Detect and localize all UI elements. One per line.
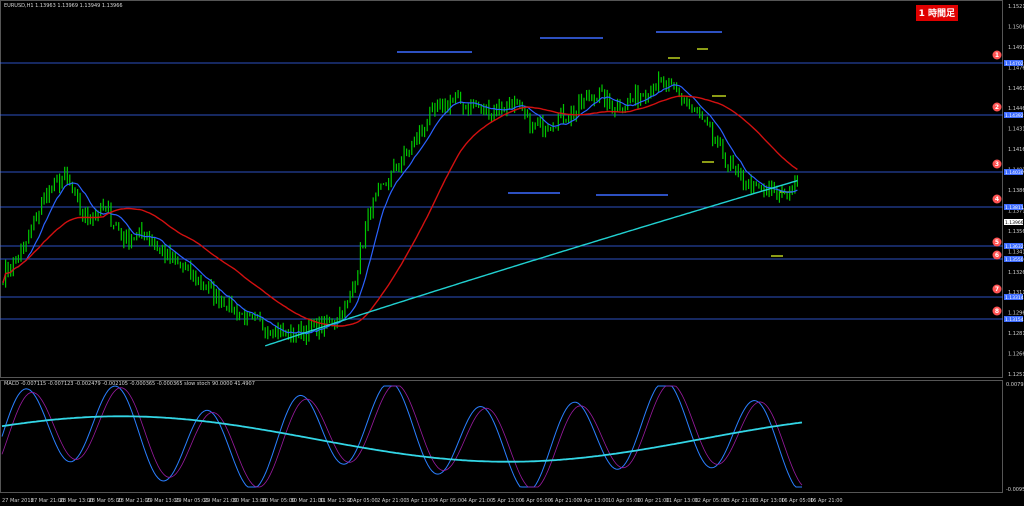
time-axis-label: 2 Apr 05:00 — [348, 498, 377, 504]
chart-canvas: 1.152101.150601.149101.147601.146101.144… — [0, 0, 1024, 504]
level-tag-label: 1.13154 — [1005, 317, 1024, 323]
price-axis-label: 1.12960 — [1008, 311, 1024, 317]
price-axis-label: 1.13860 — [1008, 188, 1024, 194]
level-tag-label: 1.14702 — [1005, 61, 1024, 67]
osc-axis-bottom: -0.009573 — [1006, 487, 1024, 493]
level-marker-label: 6 — [995, 252, 999, 259]
time-axis-label: 9 Apr 13:00 — [579, 498, 608, 504]
price-axis-label: 1.15210 — [1008, 4, 1024, 10]
level-tag-label: 1.13811 — [1005, 205, 1024, 211]
price-axis-label: 1.14460 — [1008, 106, 1024, 112]
main-pane-frame — [0, 0, 1003, 378]
time-axis-label: 4 Apr 21:00 — [464, 498, 493, 504]
level-marker-label: 3 — [995, 161, 999, 168]
stoch-main-line — [1, 385, 802, 488]
oscillator-pane-frame — [0, 380, 1003, 493]
price-axis-label: 1.13260 — [1008, 270, 1024, 276]
price-axis-label: 1.13410 — [1008, 249, 1024, 255]
time-axis-label: 16 Apr 05:00 — [781, 498, 814, 504]
price-axis-label: 1.14610 — [1008, 86, 1024, 92]
candles — [2, 71, 798, 345]
level-marker-label: 2 — [995, 104, 999, 111]
level-tag-label: 1.13314 — [1005, 295, 1024, 301]
price-axis-label: 1.14160 — [1008, 147, 1024, 153]
price-axis-label: 1.12510 — [1008, 372, 1024, 378]
time-axis-label: 4 Apr 05:00 — [435, 498, 464, 504]
time-axis-label: 5 Apr 13:00 — [493, 498, 522, 504]
level-marker-label: 4 — [995, 196, 999, 203]
price-axis-label: 1.12660 — [1008, 352, 1024, 358]
level-tag-label: 1.14392 — [1005, 113, 1024, 119]
level-tag-label: 1.14030 — [1005, 170, 1024, 176]
time-axis-label: 3 Apr 13:00 — [406, 498, 435, 504]
level-marker-label: 1 — [995, 52, 999, 59]
time-axis-label: 12 Apr 05:00 — [695, 498, 728, 504]
time-axis-label: 13 Apr 13:00 — [752, 498, 785, 504]
macd-line — [1, 415, 803, 463]
time-axis-label: 27 Mar 2018 — [2, 498, 34, 504]
time-axis-label: 6 Apr 05:00 — [521, 498, 550, 504]
current-price-label: 1.13966 — [1005, 220, 1024, 226]
stoch-signal-line — [1, 385, 803, 488]
oscillator-header: MACD -0.007115 -0.007123 -0.002479 -0.00… — [4, 381, 255, 387]
price-axis-label: 1.14910 — [1008, 45, 1024, 51]
chart-window: 1.152101.150601.149101.147601.146101.144… — [0, 0, 1024, 506]
ma-slow-line — [264, 179, 798, 347]
price-axis-label: 1.13560 — [1008, 229, 1024, 235]
level-marker-label: 8 — [995, 308, 999, 315]
level-marker-label: 7 — [995, 286, 999, 293]
price-axis-label: 1.12810 — [1008, 331, 1024, 337]
osc-axis-top: 0.007923 — [1006, 382, 1024, 388]
level-tag-label: 1.13632 — [1005, 244, 1024, 250]
time-axis-label: 10 Apr 05:00 — [608, 498, 641, 504]
price-axis-label: 1.14310 — [1008, 127, 1024, 133]
main-header: EURUSD,H1 1.13963 1.13969 1.13949 1.1396… — [4, 3, 123, 9]
level-tag-label: 1.13550 — [1005, 257, 1024, 263]
time-axis-label: 10 Apr 21:00 — [637, 498, 670, 504]
time-axis-label: 13 Apr 21:00 — [723, 498, 756, 504]
time-axis-label: 16 Apr 21:00 — [810, 498, 843, 504]
time-axis-label: 11 Apr 13:00 — [666, 498, 699, 504]
level-marker-label: 5 — [995, 239, 999, 246]
price-axis-label: 1.15060 — [1008, 24, 1024, 30]
timeframe-badge: 1 時間足 — [915, 5, 958, 21]
time-axis-label: 6 Apr 21:00 — [550, 498, 579, 504]
time-axis-label: 2 Apr 21:00 — [377, 498, 406, 504]
ma-mid-line — [2, 95, 798, 327]
